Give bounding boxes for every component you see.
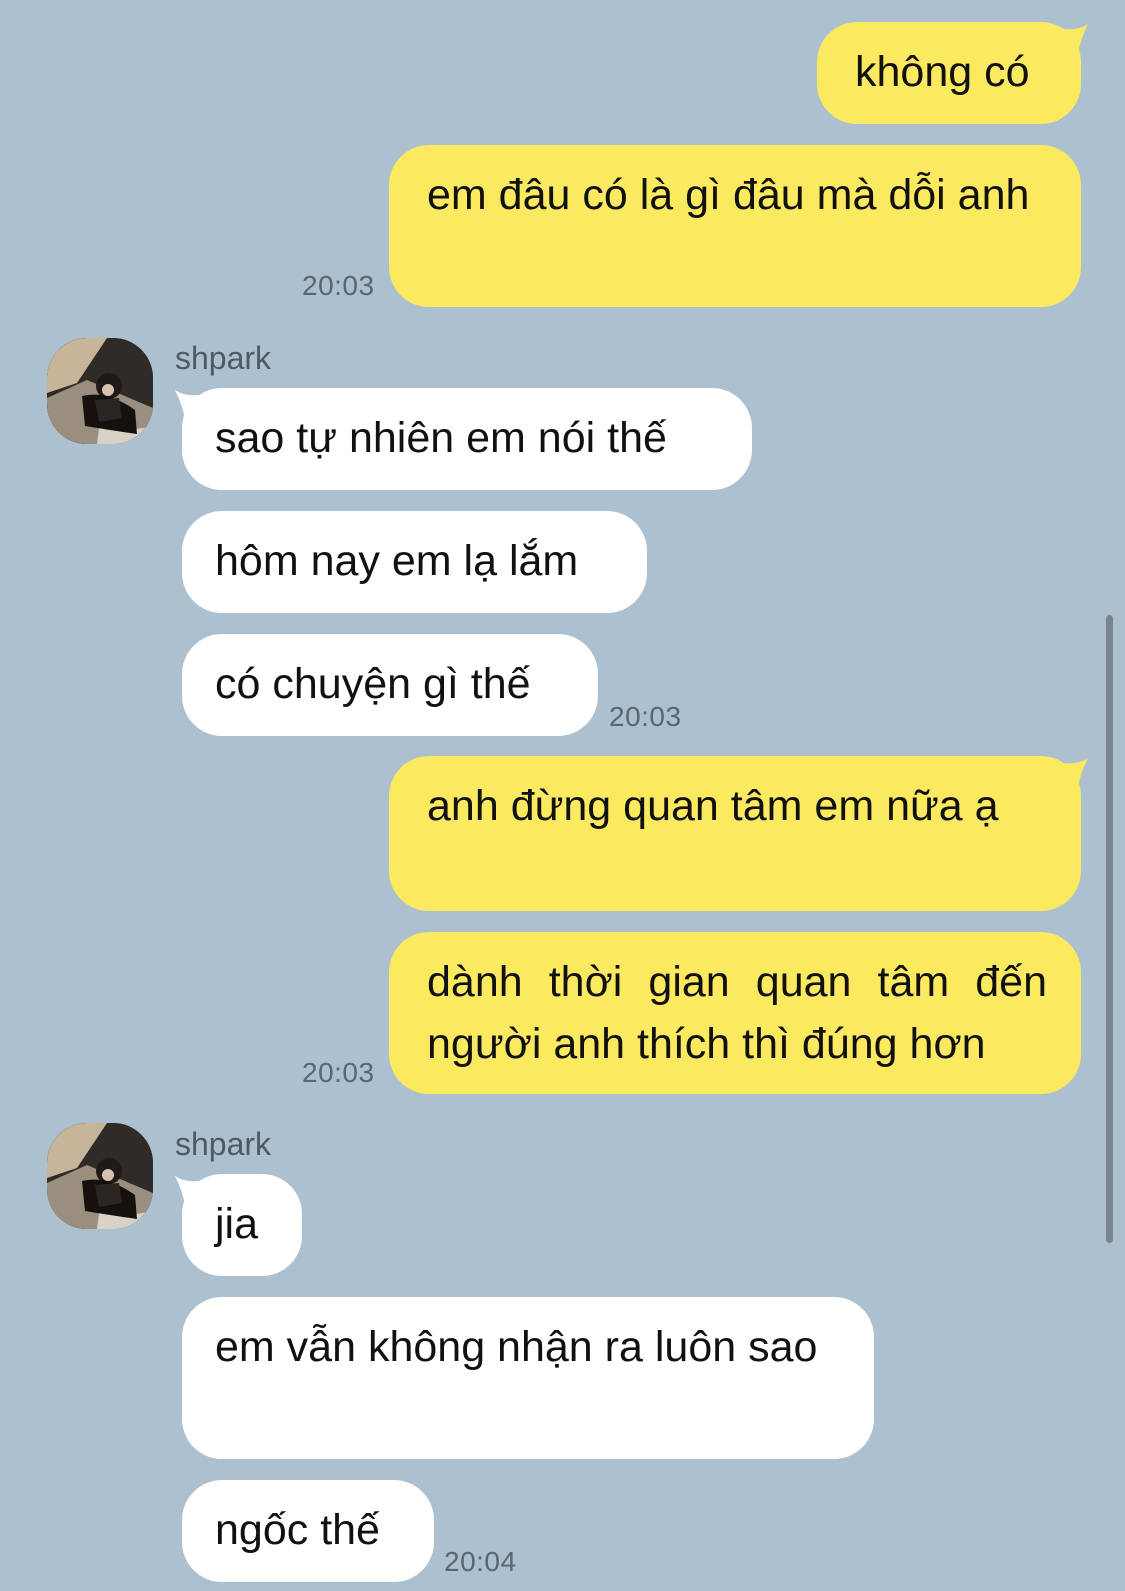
sender-name[interactable]: shpark xyxy=(175,340,271,377)
message-text: em đâu có là gì đâu mà dỗi anh xyxy=(427,171,1030,219)
outgoing-message[interactable]: không có xyxy=(817,22,1081,124)
avatar[interactable] xyxy=(47,1123,153,1229)
outgoing-message[interactable]: em đâu có là gì đâu mà dỗi anh xyxy=(389,145,1081,307)
incoming-message[interactable]: em vẫn không nhận ra luôn sao xyxy=(182,1297,874,1459)
message-text: anh đừng quan tâm em nữa ạ xyxy=(427,782,999,830)
message-timestamp: 20:04 xyxy=(444,1546,517,1577)
incoming-message[interactable]: jia xyxy=(182,1174,302,1276)
outgoing-message[interactable]: dành thời gian quan tâm đến người anh th… xyxy=(389,932,1081,1094)
message-text: em vẫn không nhận ra luôn sao xyxy=(215,1323,818,1371)
message-text: có chuyện gì thế xyxy=(215,660,531,708)
message-text: ngốc thế xyxy=(215,1506,380,1554)
incoming-message[interactable]: có chuyện gì thế xyxy=(182,634,598,736)
outgoing-message[interactable]: anh đừng quan tâm em nữa ạ xyxy=(389,756,1081,911)
message-timestamp: 20:03 xyxy=(302,1057,375,1088)
sender-name[interactable]: shpark xyxy=(175,1126,271,1163)
scrollbar[interactable] xyxy=(1106,615,1113,1243)
avatar-photo-icon xyxy=(47,338,153,444)
avatar[interactable] xyxy=(47,338,153,444)
message-text: dành thời gian quan tâm đến người anh th… xyxy=(427,958,1047,1068)
message-text: jia xyxy=(215,1200,259,1248)
incoming-message[interactable]: ngốc thế xyxy=(182,1480,434,1582)
avatar-photo-icon xyxy=(47,1123,153,1229)
message-text: không có xyxy=(855,48,1030,96)
incoming-message[interactable]: hôm nay em lạ lắm xyxy=(182,511,647,613)
message-timestamp: 20:03 xyxy=(302,270,375,301)
message-text: sao tự nhiên em nói thế xyxy=(215,414,667,462)
chat-message-list[interactable]: không có em đâu có là gì đâu mà dỗi anh … xyxy=(0,0,1125,1591)
message-text: hôm nay em lạ lắm xyxy=(215,537,579,585)
incoming-message[interactable]: sao tự nhiên em nói thế xyxy=(182,388,752,490)
message-timestamp: 20:03 xyxy=(609,701,682,732)
